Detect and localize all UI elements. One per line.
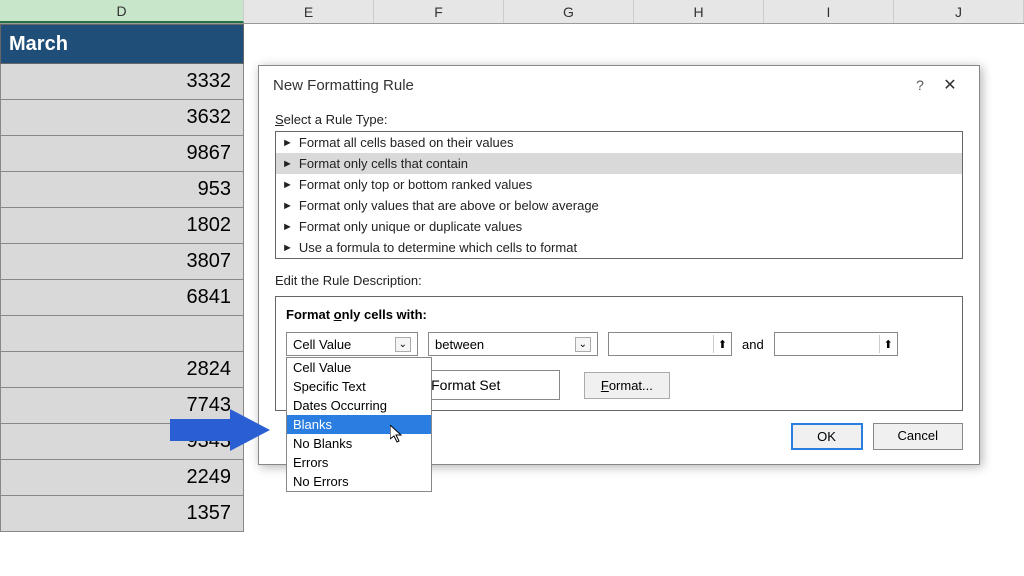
table-row[interactable]: 9867 [0,136,244,172]
chevron-down-icon: ⌄ [395,337,411,352]
cell-value-select[interactable]: Cell Value ⌄ Cell Value Specific Text Da… [286,332,418,356]
rule-type-label: Select a Rule Type: [275,112,963,127]
table-row[interactable]: 1802 [0,208,244,244]
rule-type-item[interactable]: ►Format only unique or duplicate values [276,216,962,237]
format-button[interactable]: Format... [584,372,670,399]
rule-type-item[interactable]: ►Format only cells that contain [276,153,962,174]
dropdown-item[interactable]: Blanks [287,415,431,434]
callout-arrow-icon [170,409,270,451]
value-input-1[interactable]: ⬆ [608,332,732,356]
table-row[interactable]: 953 [0,172,244,208]
dialog-titlebar[interactable]: New Formatting Rule ? ✕ [259,66,979,104]
ok-button[interactable]: OK [791,423,863,450]
dropdown-item[interactable]: Errors [287,453,431,472]
rule-type-item[interactable]: ►Format all cells based on their values [276,132,962,153]
table-row[interactable]: 3807 [0,244,244,280]
operator-select[interactable]: between ⌄ [428,332,598,356]
range-picker-icon[interactable]: ⬆ [879,335,897,353]
table-header-cell[interactable]: March [0,24,244,64]
dropdown-item[interactable]: Dates Occurring [287,396,431,415]
cell-value-dropdown: Cell Value Specific Text Dates Occurring… [286,357,432,492]
rule-type-list[interactable]: ►Format all cells based on their values … [275,131,963,259]
controls-row: Cell Value ⌄ Cell Value Specific Text Da… [286,332,952,356]
table-row[interactable]: 3332 [0,64,244,100]
col-header-e[interactable]: E [244,0,374,23]
value-input-2[interactable]: ⬆ [774,332,898,356]
arrow-icon: ► [282,179,293,191]
close-icon[interactable]: ✕ [935,75,965,95]
arrow-icon: ► [282,221,293,233]
table-row[interactable]: 1357 [0,496,244,532]
col-header-i[interactable]: I [764,0,894,23]
col-header-j[interactable]: J [894,0,1024,23]
rule-type-item[interactable]: ►Format only values that are above or be… [276,195,962,216]
rule-description-box: Format only cells with: Cell Value ⌄ Cel… [275,296,963,411]
table-row[interactable]: 6841 [0,280,244,316]
arrow-icon: ► [282,200,293,212]
arrow-icon: ► [282,137,293,149]
arrow-icon: ► [282,242,293,254]
col-header-g[interactable]: G [504,0,634,23]
format-only-cells-label: Format only cells with: [286,307,952,322]
dialog-title: New Formatting Rule [273,77,414,94]
rule-type-item[interactable]: ►Use a formula to determine which cells … [276,237,962,258]
mouse-cursor-icon [390,425,404,443]
column-headers: D E F G H I J [0,0,1024,24]
col-header-d[interactable]: D [0,0,244,23]
chevron-down-icon: ⌄ [575,337,591,352]
sheet-column-d: March 3332 3632 9867 953 1802 3807 6841 … [0,24,244,532]
arrow-icon: ► [282,158,293,170]
dropdown-item[interactable]: Cell Value [287,358,431,377]
table-row[interactable]: 3632 [0,100,244,136]
dialog-body: Select a Rule Type: ►Format all cells ba… [259,104,979,464]
dropdown-item[interactable]: No Blanks [287,434,431,453]
col-header-h[interactable]: H [634,0,764,23]
table-row[interactable]: 2824 [0,352,244,388]
dropdown-item[interactable]: No Errors [287,472,431,491]
edit-description-label: Edit the Rule Description: [275,273,963,288]
range-picker-icon[interactable]: ⬆ [713,335,731,353]
help-icon[interactable]: ? [905,77,935,93]
and-label: and [742,337,764,352]
table-row[interactable]: 2249 [0,460,244,496]
col-header-f[interactable]: F [374,0,504,23]
cancel-button[interactable]: Cancel [873,423,963,450]
dropdown-item[interactable]: Specific Text [287,377,431,396]
rule-type-item[interactable]: ►Format only top or bottom ranked values [276,174,962,195]
table-row[interactable] [0,316,244,352]
new-formatting-rule-dialog: New Formatting Rule ? ✕ Select a Rule Ty… [258,65,980,465]
